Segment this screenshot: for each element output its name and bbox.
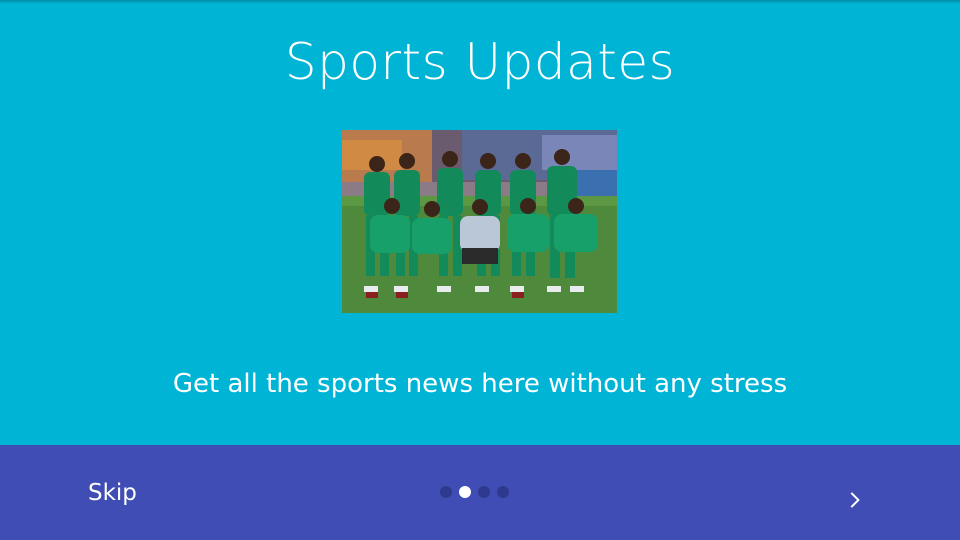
page-dot-4[interactable] [497,486,509,498]
next-button[interactable] [824,467,884,519]
slide-description: Get all the sports news here without any… [172,369,788,399]
skip-button[interactable]: Skip [70,470,155,516]
chevron-right-icon [850,492,860,508]
onboarding-slide[interactable]: Sports Updates Get all the sports news h… [0,0,960,445]
page-indicator [440,485,516,499]
team-photo [342,130,617,313]
slide-title: Sports Updates [284,33,676,91]
page-dot-2-active[interactable] [459,486,471,498]
page-dot-3[interactable] [478,486,490,498]
onboarding-nav-bar: Skip [0,445,960,540]
onboarding-screen: Sports Updates Get all the sports news h… [0,0,960,540]
page-dot-1[interactable] [440,486,452,498]
